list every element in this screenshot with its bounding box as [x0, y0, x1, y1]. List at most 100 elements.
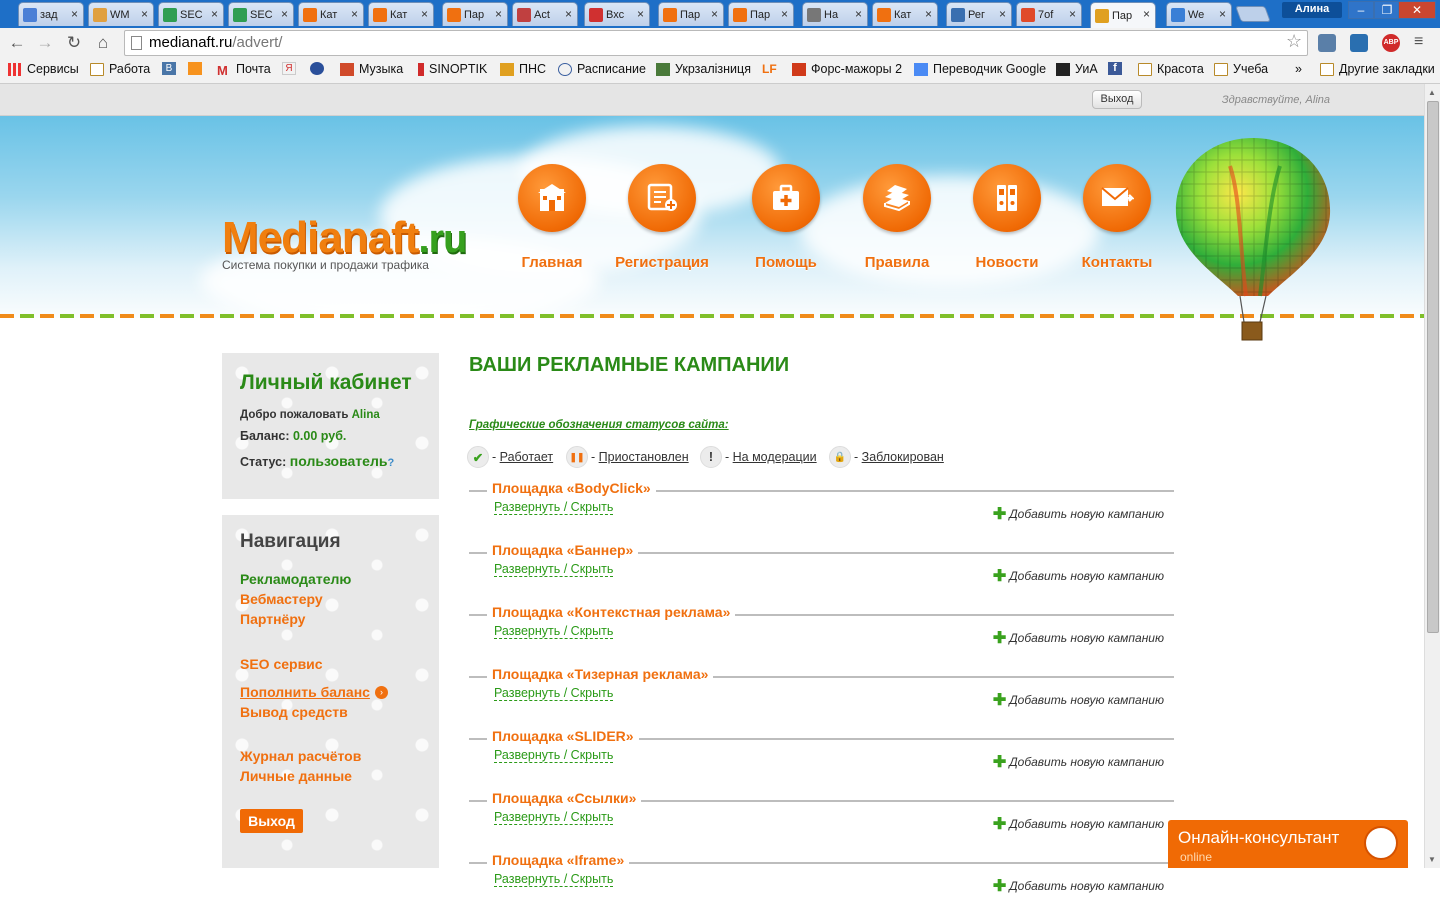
bookmark-pns[interactable]: ПНС — [500, 62, 546, 76]
tab-close-icon[interactable]: × — [141, 7, 148, 21]
tab-close-icon[interactable]: × — [781, 7, 788, 21]
menu-help[interactable]: Помощь — [731, 164, 841, 271]
add-campaign-link[interactable]: ✚ Добавить новую кампанию — [993, 628, 1164, 648]
bookmark-folder-work[interactable]: Работа — [90, 62, 150, 76]
extension-screenshot-icon[interactable] — [1318, 34, 1336, 52]
tab-close-icon[interactable]: × — [1069, 7, 1076, 21]
nav-personal-data[interactable]: Личные данные — [240, 766, 439, 786]
menu-icon[interactable]: ≡ — [1414, 34, 1432, 52]
bookmark-sinoptik[interactable]: SINOPTIK — [418, 62, 487, 76]
browser-tab[interactable]: Пар × — [728, 2, 794, 26]
browser-tab[interactable]: WM × — [88, 2, 154, 26]
browser-tab[interactable]: 7of × — [1016, 2, 1082, 26]
address-bar[interactable]: medianaft.ru/advert/ — [124, 30, 1308, 56]
status-help-icon[interactable]: ? — [387, 457, 394, 469]
browser-tab[interactable]: Act × — [512, 2, 578, 26]
scrollbar-thumb[interactable] — [1427, 101, 1439, 633]
bookmark-site[interactable] — [310, 62, 329, 75]
menu-news[interactable]: Новости — [952, 164, 1062, 271]
browser-tab[interactable]: Пар × — [442, 2, 508, 26]
add-campaign-link[interactable]: ✚ Добавить новую кампанию — [993, 566, 1164, 586]
nav-webmaster[interactable]: Вебмастеру — [240, 589, 439, 609]
nav-withdraw[interactable]: Вывод средств — [240, 702, 439, 722]
bookmark-folder-beauty[interactable]: Красота — [1138, 62, 1204, 76]
scroll-down-icon[interactable]: ▼ — [1428, 855, 1436, 864]
menu-home[interactable]: Главная — [497, 164, 607, 271]
nav-partner[interactable]: Партнёру — [240, 609, 439, 629]
add-campaign-link[interactable]: ✚ Добавить новую кампанию — [993, 690, 1164, 710]
browser-tab[interactable]: Кат × — [368, 2, 434, 26]
tab-close-icon[interactable]: × — [999, 7, 1006, 21]
nav-advertiser[interactable]: Рекламодателю — [240, 569, 439, 589]
expand-collapse-link[interactable]: Развернуть / Скрыть — [494, 748, 614, 763]
nav-seo-service[interactable]: SEO сервис — [240, 654, 439, 674]
add-campaign-link[interactable]: ✚ Добавить новую кампанию — [993, 876, 1164, 896]
bookmark-vk[interactable]: В — [162, 62, 181, 75]
extension-s-icon[interactable] — [1350, 34, 1368, 52]
add-campaign-link[interactable]: ✚ Добавить новую кампанию — [993, 752, 1164, 772]
expand-collapse-link[interactable]: Развернуть / Скрыть — [494, 810, 614, 825]
back-icon[interactable]: ← — [6, 32, 28, 54]
menu-contacts[interactable]: Контакты — [1062, 164, 1172, 271]
reload-icon[interactable]: ↻ — [63, 32, 85, 54]
browser-tab[interactable]: зад × — [18, 2, 84, 26]
bookmark-lf[interactable]: LF — [762, 62, 785, 76]
close-window-button[interactable]: ✕ — [1398, 1, 1436, 19]
sidebar-exit-button[interactable]: Выход — [240, 809, 303, 833]
bookmark-folder-other[interactable]: Другие закладки — [1320, 62, 1435, 76]
browser-tab[interactable]: SEC × — [158, 2, 224, 26]
menu-registration[interactable]: Регистрация — [607, 164, 717, 271]
top-logout-button[interactable]: Выход — [1092, 90, 1142, 109]
new-tab-button[interactable] — [1235, 6, 1271, 22]
bookmark-apps[interactable]: Сервисы — [8, 62, 79, 76]
forward-icon[interactable]: → — [34, 32, 56, 54]
bookmark-force-majeure[interactable]: Форс-мажоры 2 — [792, 62, 902, 76]
bookmark-folder-study[interactable]: Учеба — [1214, 62, 1268, 76]
tab-close-icon[interactable]: × — [711, 7, 718, 21]
maximize-button[interactable]: ❐ — [1374, 1, 1400, 19]
browser-tab[interactable]: Кат × — [298, 2, 364, 26]
tab-close-icon[interactable]: × — [1143, 7, 1150, 21]
browser-tab[interactable]: Вхс × — [584, 2, 650, 26]
page-scrollbar[interactable]: ▲ ▼ — [1424, 84, 1440, 868]
browser-tab[interactable]: На × — [802, 2, 868, 26]
nav-payment-log[interactable]: Журнал расчётов — [240, 746, 439, 766]
nav-top-up-balance[interactable]: Пополнить баланс — [240, 682, 370, 702]
bookmark-music[interactable]: Музыка — [340, 62, 403, 76]
minimize-button[interactable]: – — [1348, 1, 1374, 19]
expand-collapse-link[interactable]: Развернуть / Скрыть — [494, 562, 614, 577]
tab-close-icon[interactable]: × — [925, 7, 932, 21]
tab-close-icon[interactable]: × — [565, 7, 572, 21]
tab-close-icon[interactable]: × — [421, 7, 428, 21]
browser-tab[interactable]: Пар × — [658, 2, 724, 26]
online-consultant-widget[interactable]: Онлайн-консультант online — [1168, 820, 1408, 868]
bookmark-uia[interactable]: УиА — [1056, 62, 1098, 76]
expand-collapse-link[interactable]: Развернуть / Скрыть — [494, 624, 614, 639]
profile-button[interactable]: Алина — [1282, 2, 1342, 18]
home-icon[interactable]: ⌂ — [92, 32, 114, 54]
browser-tab[interactable]: Кат × — [872, 2, 938, 26]
adblock-icon[interactable]: ABP — [1382, 34, 1400, 52]
expand-collapse-link[interactable]: Развернуть / Скрыть — [494, 872, 614, 887]
tab-close-icon[interactable]: × — [495, 7, 502, 21]
bookmarks-overflow-button[interactable]: » — [1295, 62, 1302, 76]
tab-close-icon[interactable]: × — [71, 7, 78, 21]
bookmark-odnoklassniki[interactable] — [188, 62, 207, 75]
tab-close-icon[interactable]: × — [637, 7, 644, 21]
bookmark-yandex[interactable]: Я — [282, 62, 301, 75]
site-logo[interactable]: Medianaft.ru — [222, 213, 467, 263]
tab-close-icon[interactable]: × — [281, 7, 288, 21]
bookmark-facebook[interactable]: f — [1108, 62, 1127, 75]
bookmark-schedule[interactable]: Расписание — [558, 62, 646, 76]
browser-tab[interactable]: We × — [1166, 2, 1232, 26]
bookmark-google-translate[interactable]: Переводчик Google — [914, 62, 1046, 76]
bookmark-star-icon[interactable]: ☆ — [1286, 31, 1302, 52]
scroll-up-icon[interactable]: ▲ — [1428, 88, 1436, 97]
add-campaign-link[interactable]: ✚ Добавить новую кампанию — [993, 504, 1164, 524]
bookmark-mail[interactable]: M Почта — [217, 62, 271, 78]
browser-tab[interactable]: Рег × — [946, 2, 1012, 26]
bookmark-ukrzaliznytsia[interactable]: Укрзалізниця — [656, 62, 751, 76]
menu-rules[interactable]: Правила — [842, 164, 952, 271]
browser-tab[interactable]: Пар × — [1090, 2, 1156, 28]
expand-collapse-link[interactable]: Развернуть / Скрыть — [494, 686, 614, 701]
